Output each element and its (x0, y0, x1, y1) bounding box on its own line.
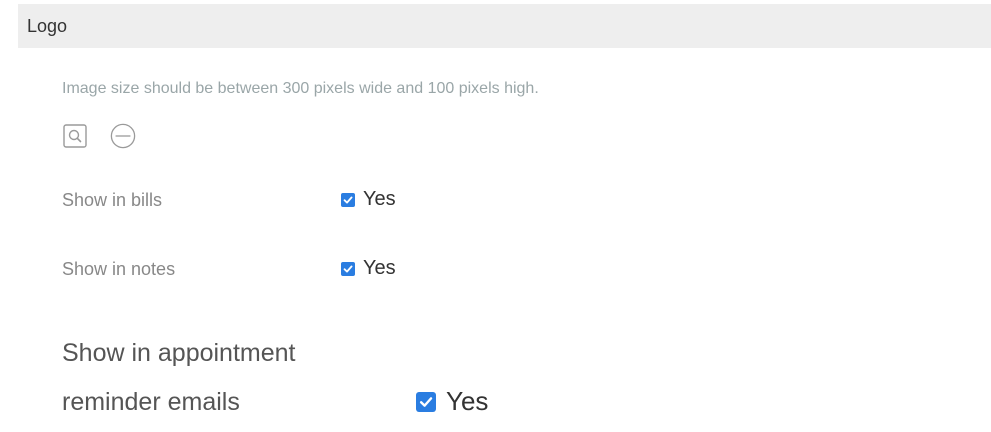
checkbox-checked-icon[interactable] (341, 261, 355, 276)
show-in-notes-label: Show in notes (62, 259, 176, 279)
checkbox-checked-icon[interactable] (416, 391, 436, 412)
show-in-bills-checkbox[interactable]: Yes (341, 188, 396, 211)
logo-size-hint: Image size should be between 300 pixels … (62, 80, 539, 97)
show-in-bills-label: Show in bills (62, 190, 163, 210)
show-in-bills-value: Yes (363, 188, 396, 210)
show-in-reminders-label-line1: Show in appointment (62, 339, 296, 367)
show-in-reminders-checkbox[interactable]: Yes (416, 386, 488, 417)
minus-circle-icon[interactable] (110, 123, 136, 149)
checkbox-checked-icon[interactable] (341, 192, 355, 207)
search-icon[interactable] (62, 123, 88, 149)
show-in-reminders-value: Yes (446, 386, 489, 416)
logo-actions (62, 123, 136, 149)
section-header: Logo (18, 4, 991, 48)
show-in-reminders-label-line2: reminder emails (62, 388, 240, 416)
section-title: Logo (27, 15, 68, 36)
show-in-notes-checkbox[interactable]: Yes (341, 257, 396, 280)
show-in-notes-value: Yes (363, 257, 396, 279)
